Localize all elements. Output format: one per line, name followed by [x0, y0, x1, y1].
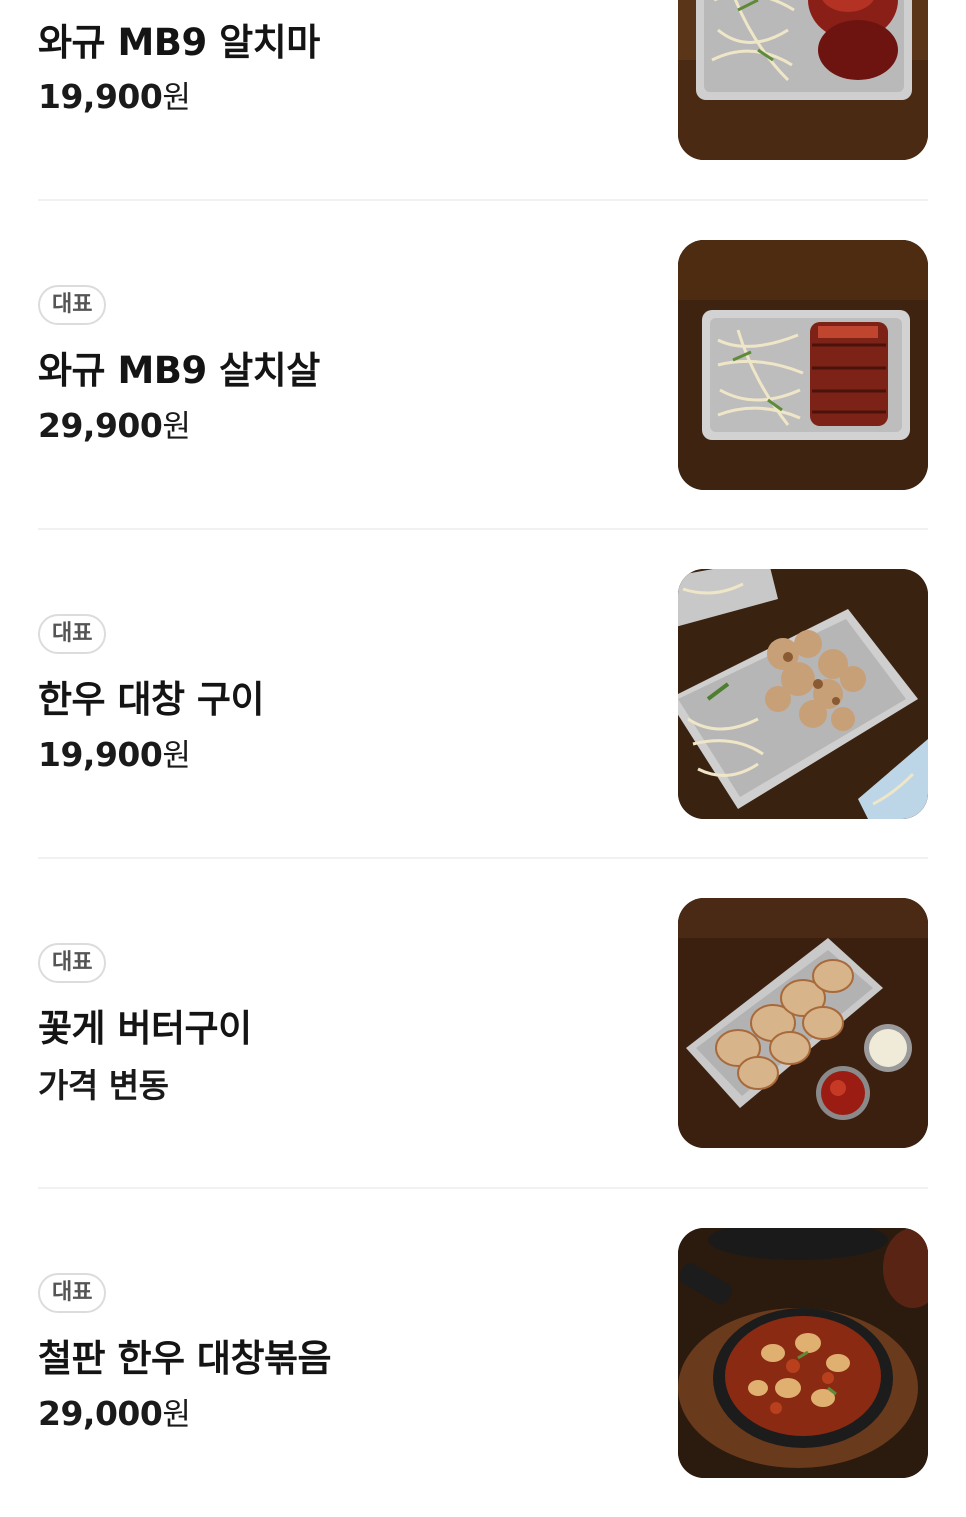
signature-badge: 대표 — [38, 943, 107, 983]
price-unit: 원 — [162, 738, 191, 774]
signature-badge: 대표 — [38, 285, 107, 325]
price-number: 29,900 — [38, 406, 163, 445]
menu-item-name: 와규 MB9 살치살 — [38, 349, 320, 392]
price-unit: 원 — [162, 1397, 191, 1433]
menu-item[interactable]: 대표 한우 대창 구이 19,900원 — [0, 529, 966, 858]
price-number: 가격 변동 — [38, 1066, 169, 1105]
menu-item-name: 꽃게 버터구이 — [38, 1007, 252, 1050]
menu-item-price: 19,900원 — [38, 730, 191, 775]
menu-item-price: 19,900원 — [38, 72, 191, 117]
grilled-intestine-tray-photo[interactable] — [678, 569, 928, 819]
menu-list: 와규 MB9 알치마 19,900원 대표 와규 MB9 살치살 29,900원… — [0, 0, 966, 1478]
price-unit: 원 — [162, 409, 191, 445]
steak-sprouts-tray-photo[interactable] — [678, 240, 928, 490]
butter-crab-tray-photo[interactable] — [678, 898, 928, 1148]
price-number: 19,900 — [38, 77, 163, 116]
menu-item-price: 29,000원 — [38, 1389, 191, 1434]
menu-item-price: 29,900원 — [38, 401, 191, 446]
menu-item-price: 가격 변동 — [38, 1059, 169, 1107]
steak-sprouts-tray-photo[interactable] — [678, 0, 928, 160]
menu-item-name: 철판 한우 대창볶음 — [38, 1337, 332, 1380]
menu-item-name: 와규 MB9 알치마 — [38, 21, 320, 64]
iron-skillet-stirfry-photo[interactable] — [678, 1228, 928, 1478]
menu-item[interactable]: 대표 와규 MB9 살치살 29,900원 — [0, 200, 966, 529]
price-number: 29,000 — [38, 1394, 163, 1433]
price-number: 19,900 — [38, 735, 163, 774]
price-unit: 원 — [162, 80, 191, 116]
menu-item[interactable]: 와규 MB9 알치마 19,900원 — [0, 0, 966, 194]
menu-item-name: 한우 대창 구이 — [38, 678, 265, 721]
signature-badge: 대표 — [38, 1273, 107, 1313]
menu-item[interactable]: 대표 꽃게 버터구이 가격 변동 — [0, 858, 966, 1187]
signature-badge: 대표 — [38, 614, 107, 654]
menu-item[interactable]: 대표 철판 한우 대창볶음 29,000원 — [0, 1188, 966, 1517]
